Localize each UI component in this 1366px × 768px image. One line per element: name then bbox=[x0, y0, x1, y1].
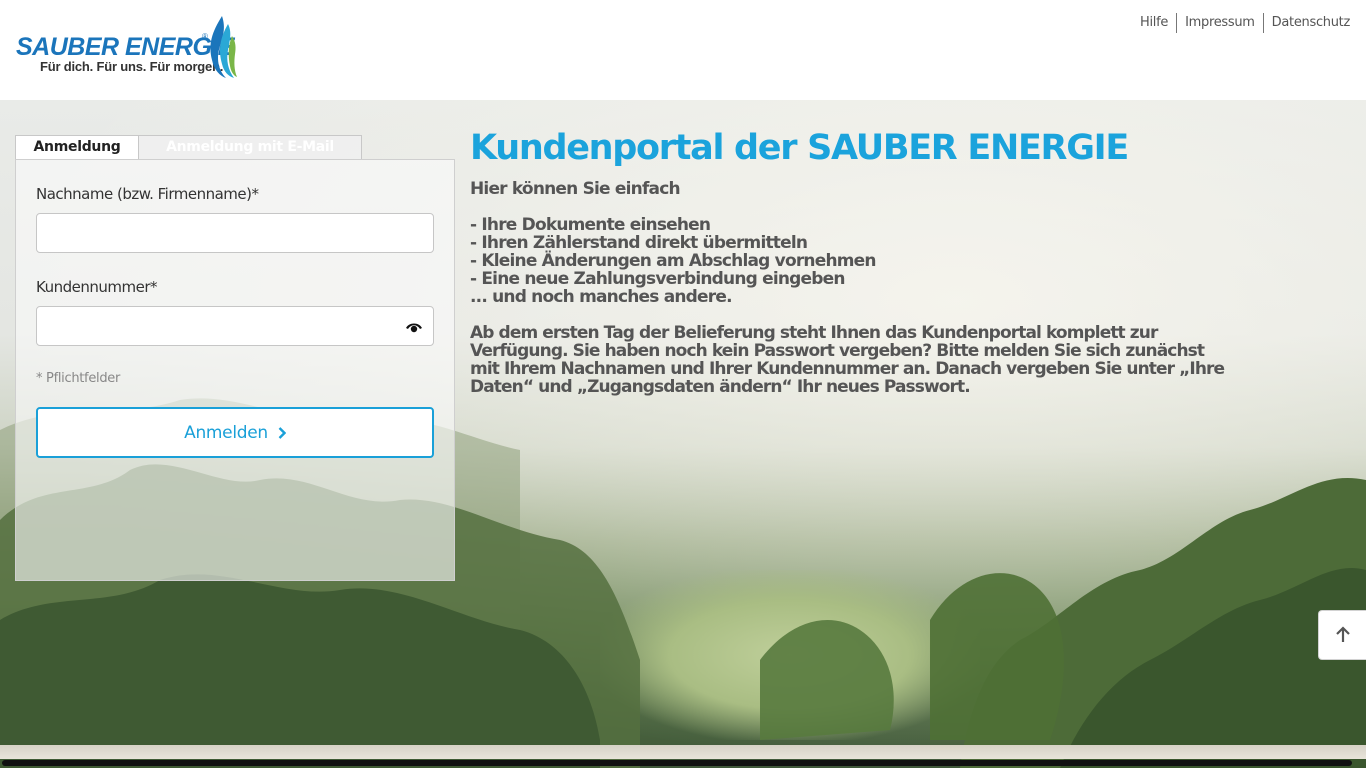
nav-link-hilfe[interactable]: Hilfe bbox=[1132, 13, 1176, 33]
name-field-label: Nachname (bzw. Firmenname)* bbox=[36, 185, 259, 203]
hero-section: Anmeldung Anmeldung mit E-Mail Nachname … bbox=[0, 100, 1366, 768]
feature-list: - Ihre Dokumente einsehen - Ihren Zähler… bbox=[470, 216, 1240, 306]
brand-logo[interactable]: SAUBER ENERGIE ® Für dich. Für uns. Für … bbox=[16, 14, 238, 80]
list-item: - Kleine Änderungen am Abschlag vornehme… bbox=[470, 251, 877, 271]
flame-icon bbox=[210, 16, 237, 78]
info-paragraph: Ab dem ersten Tag der Belieferung steht … bbox=[470, 323, 1225, 397]
login-button-label: Anmelden bbox=[184, 422, 268, 443]
top-navigation: Hilfe Impressum Datenschutz bbox=[1132, 13, 1358, 33]
intro-text: Hier können Sie einfach bbox=[470, 179, 681, 199]
nav-link-impressum[interactable]: Impressum bbox=[1177, 13, 1263, 33]
login-tabs: Anmeldung Anmeldung mit E-Mail bbox=[15, 135, 362, 160]
list-item: ... und noch manches andere. bbox=[470, 287, 733, 307]
name-input[interactable] bbox=[36, 213, 434, 253]
list-item: - Eine neue Zahlungsverbindung eingeben bbox=[470, 269, 845, 289]
customer-number-label: Kundennummer* bbox=[36, 278, 158, 296]
required-fields-hint: * Pflichtfelder bbox=[36, 371, 121, 386]
tab-anmeldung-email[interactable]: Anmeldung mit E-Mail bbox=[139, 135, 362, 160]
horizontal-scrollbar[interactable] bbox=[2, 760, 1352, 766]
brand-tagline: Für dich. Für uns. Für morgen. bbox=[40, 59, 224, 74]
customer-number-input[interactable] bbox=[36, 306, 434, 346]
arrow-up-icon bbox=[1335, 626, 1350, 642]
login-panel: Nachname (bzw. Firmenname)* Kundennummer… bbox=[15, 159, 455, 581]
page-title: Kundenportal der SAUBER ENERGIE bbox=[470, 128, 1129, 168]
list-item: - Ihren Zählerstand direkt übermitteln bbox=[470, 233, 808, 253]
nav-link-datenschutz[interactable]: Datenschutz bbox=[1264, 13, 1358, 33]
page-header: SAUBER ENERGIE ® Für dich. Für uns. Für … bbox=[0, 0, 1366, 100]
chevron-right-icon bbox=[278, 426, 286, 439]
ground-strip bbox=[0, 745, 1366, 759]
scroll-to-top-button[interactable] bbox=[1318, 610, 1366, 660]
eye-icon[interactable] bbox=[405, 321, 423, 333]
list-item: - Ihre Dokumente einsehen bbox=[470, 215, 711, 235]
portal-info: Kundenportal der SAUBER ENERGIE Hier kön… bbox=[470, 126, 1240, 396]
tab-anmeldung[interactable]: Anmeldung bbox=[15, 135, 139, 160]
login-button[interactable]: Anmelden bbox=[36, 407, 434, 458]
